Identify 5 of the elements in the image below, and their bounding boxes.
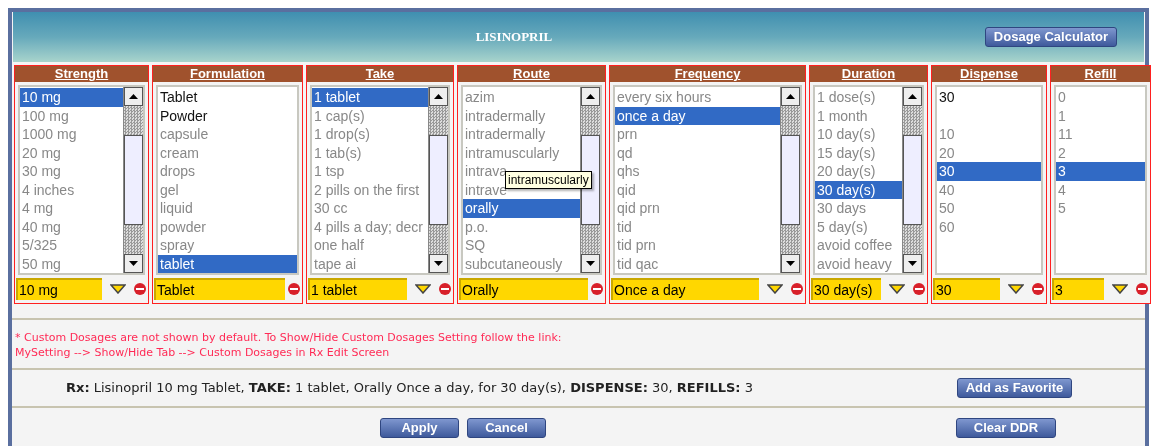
custom-dosage-note: * Custom Dosages are not shown by default. To Show/Hide Custom Dosages Setting follow the link:: [15, 330, 563, 345]
rx-summary: Rx: Lisinopril 10 mg Tablet, TAKE: 1 tablet, Orally Once a day, for 30 day(s), DISPENSE: 30, REFILLS: 3: [65, 379, 754, 398]
tooltip: intramuscularly: [505, 171, 592, 189]
drug-title: LISINOPRIL: [474, 28, 554, 47]
custom-dosage-note: MySetting --> Show/Hide Tab --> Custom Dosages in Rx Edit Screen: [15, 345, 391, 360]
